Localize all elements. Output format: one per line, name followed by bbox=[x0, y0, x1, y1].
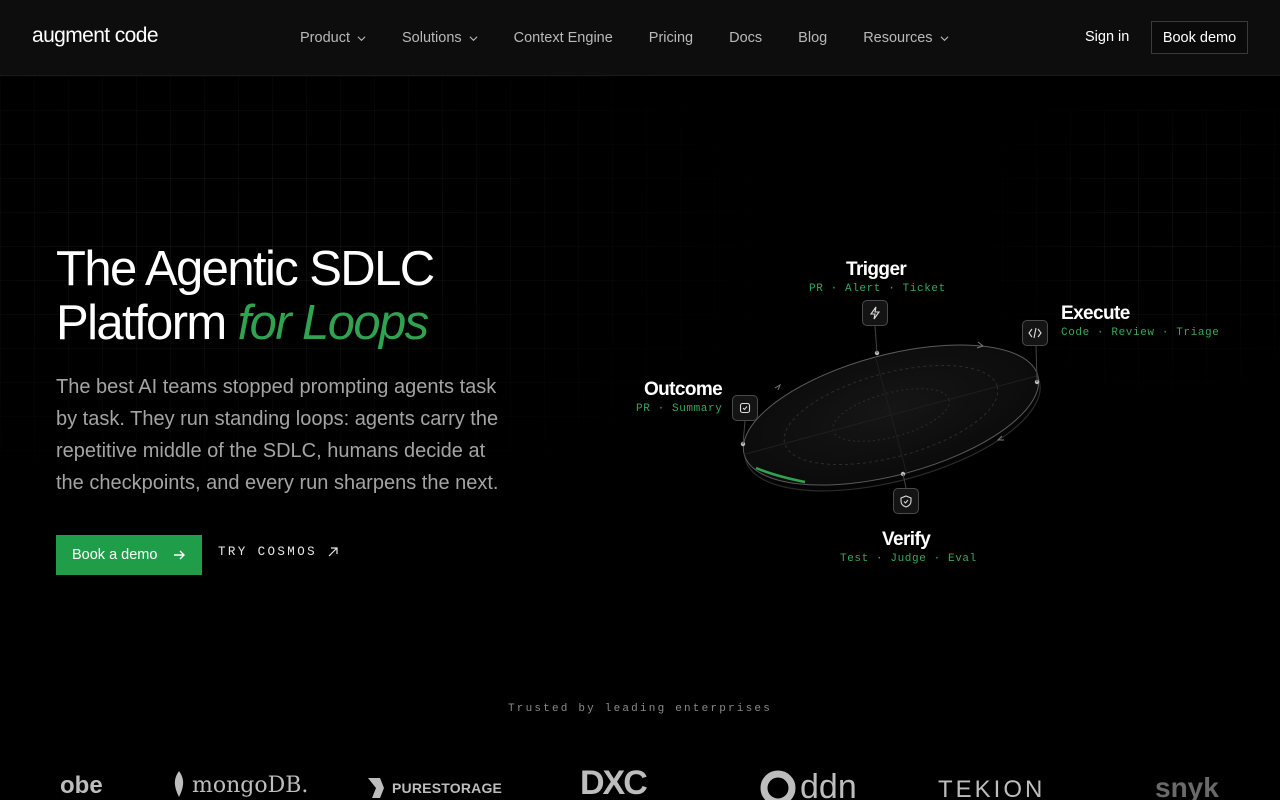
logo-tekion: TEKION bbox=[938, 776, 1046, 800]
nav-item-solutions[interactable]: Solutions bbox=[402, 30, 478, 46]
nav-item-label: Context Engine bbox=[513, 30, 613, 46]
outcome-title: Outcome bbox=[644, 379, 723, 400]
hero-title-accent: for Loops bbox=[237, 296, 430, 350]
logo-ddn: ddn bbox=[760, 768, 857, 800]
book-a-demo-button[interactable]: Book a demo bbox=[56, 535, 202, 575]
execute-node[interactable] bbox=[1022, 320, 1048, 346]
try-cosmos-label: TRY COSMOS bbox=[218, 545, 318, 559]
hero-title: The Agentic SDLC Platform for Loops bbox=[56, 242, 576, 350]
trigger-title: Trigger bbox=[846, 259, 907, 280]
hero-title-line2: Platform bbox=[56, 296, 227, 350]
nav-item-label: Solutions bbox=[401, 30, 462, 46]
verify-node[interactable] bbox=[893, 488, 919, 514]
logo-purestorage-text: PURESTORAGE bbox=[392, 780, 503, 796]
shield-icon bbox=[900, 494, 912, 508]
lightning-icon bbox=[869, 306, 881, 320]
logo-adobe: obe bbox=[60, 772, 103, 799]
hero-title-line1: The Agentic SDLC bbox=[56, 242, 435, 296]
brand-logo[interactable]: augment code bbox=[32, 24, 159, 48]
outcome-subtitle: PR · Summary bbox=[636, 403, 723, 415]
book-a-demo-label: Book a demo bbox=[72, 547, 158, 563]
trusted-heading: Trusted by leading enterprises bbox=[507, 703, 773, 715]
logo-strip: obe mongoDB. PURESTORAGE DXC ddn TEKION … bbox=[0, 760, 1280, 800]
hero-subtitle: The best AI teams stopped prompting agen… bbox=[56, 376, 499, 494]
arrow-right-icon bbox=[174, 550, 185, 560]
mongodb-leaf-icon bbox=[174, 771, 184, 797]
nav-item-docs[interactable]: Docs bbox=[729, 30, 762, 46]
logo-snyk: snyk bbox=[1155, 772, 1219, 800]
sign-in-link[interactable]: Sign in bbox=[1085, 29, 1129, 45]
nav-item-label: Pricing bbox=[648, 30, 694, 46]
logo-purestorage: PURESTORAGE bbox=[362, 776, 502, 800]
trigger-subtitle: PR · Alert · Ticket bbox=[809, 283, 946, 295]
book-demo-button[interactable]: Book demo bbox=[1151, 21, 1248, 54]
nav-item-label: Product bbox=[300, 30, 350, 46]
trigger-node[interactable] bbox=[862, 300, 888, 326]
purestorage-mark-icon bbox=[368, 778, 384, 798]
chevron-down-icon bbox=[940, 35, 948, 41]
external-arrow-icon bbox=[328, 547, 338, 557]
logo-ddn-text: ddn bbox=[800, 768, 857, 800]
ddn-ring-icon bbox=[760, 770, 796, 800]
logo-mongodb-text: mongoDB. bbox=[192, 772, 309, 798]
nav-item-product[interactable]: Product bbox=[300, 30, 366, 46]
outcome-icon bbox=[739, 402, 751, 414]
top-nav: augment code Product Solutions Context E… bbox=[0, 0, 1280, 76]
nav-item-blog[interactable]: Blog bbox=[798, 30, 827, 46]
logo-mongodb: mongoDB. bbox=[170, 770, 308, 800]
nav-item-context-engine[interactable]: Context Engine bbox=[514, 30, 613, 46]
execute-title: Execute bbox=[1061, 303, 1130, 324]
chevron-down-icon bbox=[469, 35, 478, 41]
nav-item-label: Docs bbox=[729, 30, 763, 46]
try-cosmos-link[interactable]: TRY COSMOS bbox=[218, 545, 339, 559]
nav-item-label: Resources bbox=[863, 30, 933, 46]
nav-item-pricing[interactable]: Pricing bbox=[649, 30, 693, 46]
outcome-node[interactable] bbox=[732, 395, 758, 421]
nav-links: Product Solutions Context Engine Pricing… bbox=[300, 0, 985, 76]
nav-item-label: Blog bbox=[798, 30, 828, 46]
execute-subtitle: Code · Review · Triage bbox=[1061, 327, 1220, 339]
chevron-down-icon bbox=[357, 35, 366, 41]
logo-dxc: DXC bbox=[580, 764, 648, 800]
verify-subtitle: Test · Judge · Eval bbox=[840, 553, 977, 565]
nav-item-resources[interactable]: Resources bbox=[863, 30, 948, 46]
loop-diagram: Trigger PR · Alert · Ticket Execute Code… bbox=[600, 240, 1280, 600]
code-icon bbox=[1028, 327, 1042, 339]
verify-title: Verify bbox=[882, 529, 931, 550]
